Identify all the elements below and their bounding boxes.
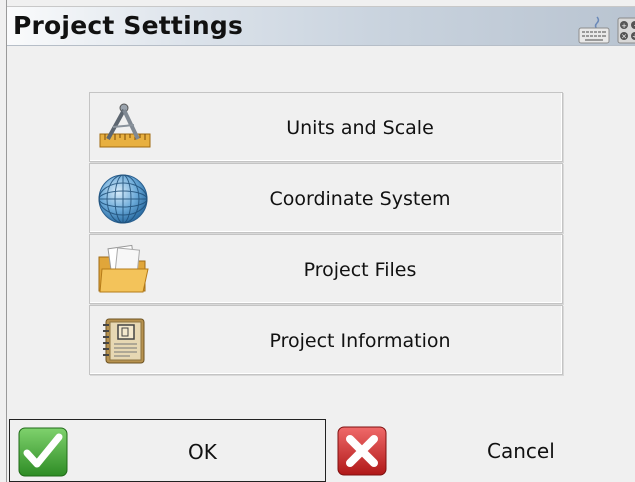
title-bar: Project Settings + - × ÷ bbox=[7, 6, 635, 46]
svg-text:+: + bbox=[621, 22, 627, 30]
project-files-button[interactable]: Project Files bbox=[89, 234, 563, 304]
page-title: Project Settings bbox=[13, 11, 244, 40]
checkmark-icon bbox=[17, 426, 69, 478]
coordinate-system-button[interactable]: Coordinate System bbox=[89, 163, 563, 233]
menu-item-label: Coordinate System bbox=[269, 188, 451, 210]
globe-icon bbox=[96, 172, 152, 226]
ok-label: OK bbox=[188, 440, 217, 464]
project-settings-menu: Units and Scale Coordinate System Projec… bbox=[89, 92, 563, 376]
compass-ruler-icon bbox=[96, 101, 152, 155]
project-information-button[interactable]: Project Information bbox=[89, 305, 563, 375]
folder-icon bbox=[96, 243, 152, 297]
ok-button[interactable]: OK bbox=[9, 419, 326, 482]
calculator-icon[interactable]: + - × ÷ bbox=[617, 15, 635, 45]
menu-item-label: Project Information bbox=[269, 330, 451, 352]
cancel-label: Cancel bbox=[487, 439, 555, 463]
svg-text:×: × bbox=[621, 33, 627, 41]
menu-item-label: Units and Scale bbox=[286, 117, 434, 139]
x-icon bbox=[336, 425, 388, 477]
units-and-scale-button[interactable]: Units and Scale bbox=[89, 92, 563, 162]
menu-item-label: Project Files bbox=[303, 259, 417, 281]
cancel-button[interactable]: Cancel bbox=[329, 419, 635, 482]
notebook-icon bbox=[96, 314, 152, 368]
keyboard-icon[interactable] bbox=[577, 15, 611, 45]
